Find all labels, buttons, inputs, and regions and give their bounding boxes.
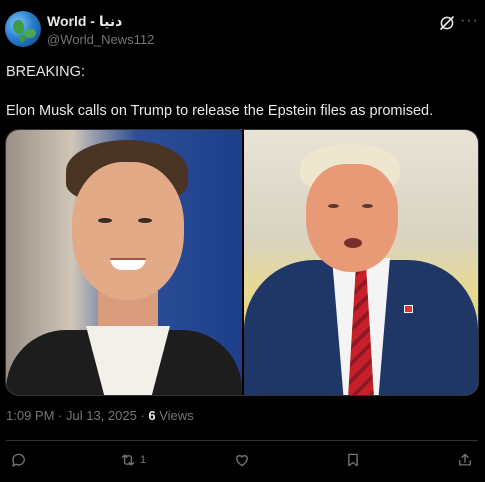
globe-land bbox=[19, 35, 25, 42]
repost-button[interactable]: 1 bbox=[119, 451, 146, 469]
tweet-time[interactable]: 1:09 PM bbox=[6, 408, 54, 423]
heart-icon bbox=[236, 455, 248, 467]
views-label: Views bbox=[155, 408, 194, 423]
media-grid[interactable] bbox=[5, 129, 479, 396]
photo-figure-eye bbox=[362, 204, 373, 208]
like-button[interactable] bbox=[233, 451, 251, 469]
author-display-name[interactable]: World - دنيا bbox=[47, 13, 122, 30]
photo-figure-eye bbox=[328, 204, 339, 208]
action-bar: 1 bbox=[0, 447, 485, 475]
tweet-meta: 1:09 PM · Jul 13, 2025 · 6 Views bbox=[6, 408, 194, 423]
repost-icon bbox=[121, 454, 135, 466]
globe-land bbox=[13, 20, 24, 34]
tweet-line-body: Elon Musk calls on Trump to release the … bbox=[6, 103, 434, 119]
tweet-text: BREAKING: Elon Musk calls on Trump to re… bbox=[6, 62, 476, 121]
photo-figure-eye bbox=[98, 218, 112, 223]
photo-figure-face bbox=[72, 162, 184, 300]
author-handle[interactable]: @World_News112 bbox=[47, 32, 154, 47]
reply-icon bbox=[12, 453, 25, 467]
more-icon[interactable]: ··· bbox=[460, 12, 479, 30]
tweet-line-breaking: BREAKING: bbox=[6, 64, 85, 80]
share-icon bbox=[459, 453, 471, 466]
photo-figure-face bbox=[306, 164, 398, 272]
flag-pin bbox=[404, 305, 413, 313]
reply-button[interactable] bbox=[10, 451, 28, 469]
grok-icon[interactable] bbox=[438, 14, 456, 32]
photo-donald-trump[interactable] bbox=[244, 130, 478, 395]
share-button[interactable] bbox=[456, 451, 474, 469]
photo-figure-eye bbox=[138, 218, 152, 223]
bookmark-icon bbox=[348, 453, 358, 467]
divider bbox=[6, 440, 478, 441]
globe-land bbox=[24, 29, 36, 38]
repost-count: 1 bbox=[140, 454, 147, 466]
photo-figure-mouth bbox=[344, 238, 362, 248]
bookmark-button[interactable] bbox=[344, 451, 362, 469]
tweet-date[interactable]: Jul 13, 2025 bbox=[66, 408, 137, 423]
views-count: 6 bbox=[148, 408, 156, 423]
photo-elon-musk[interactable] bbox=[6, 130, 242, 395]
avatar[interactable] bbox=[5, 11, 41, 47]
